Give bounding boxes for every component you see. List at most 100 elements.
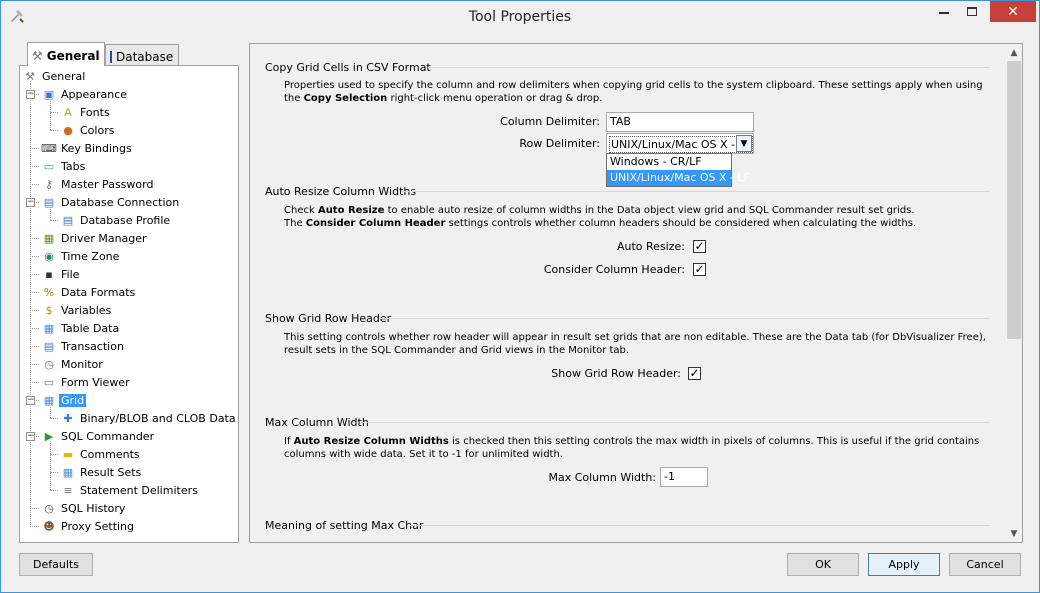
tree-item[interactable]: ▦ Result Sets	[60, 463, 141, 481]
tree-item[interactable]: ☻ Proxy Setting	[41, 517, 134, 535]
section-title-csv: Copy Grid Cells in CSV Format	[265, 61, 431, 74]
defaults-button[interactable]: Defaults	[19, 553, 93, 576]
tree-collapse-icon[interactable]: −	[26, 198, 35, 207]
tree-guide-line	[50, 130, 58, 131]
tree-collapse-icon[interactable]: −	[26, 432, 35, 441]
tree-item[interactable]: ▦ Grid	[41, 391, 87, 409]
database-icon	[110, 50, 112, 63]
dollar-icon: $	[45, 303, 53, 317]
tree-item[interactable]: ⚒ General	[22, 67, 85, 85]
tree-guide-line	[50, 443, 51, 490]
title-bar[interactable]: Tool Properties ✕	[1, 1, 1039, 32]
tree-item-label: Proxy Setting	[61, 519, 135, 533]
scroll-down-icon[interactable]: ▼	[1006, 525, 1022, 542]
settings-tree[interactable]: ⚒ General − ▣ Appearance A Fonts ● Colors ⌨ Key Bi…	[20, 66, 238, 542]
tree-guide-line	[30, 346, 39, 347]
tree-item[interactable]: ◉ Time Zone	[41, 247, 119, 265]
tree-item-label: SQL Commander	[61, 429, 155, 443]
tools-icon: ⚒	[25, 69, 35, 83]
tree-guide-line	[30, 328, 39, 329]
auto-resize-checkbox[interactable]: ✓	[693, 240, 706, 253]
tree-item[interactable]: ▬ Comments	[60, 445, 140, 463]
tree-item-label: Fonts	[80, 105, 110, 119]
database-connection-icon: ▤	[43, 195, 55, 209]
tree-guide-line	[50, 472, 58, 473]
table-icon: ▦	[43, 321, 55, 335]
apply-button[interactable]: Apply	[868, 553, 940, 576]
tree-item[interactable]: ⌨ Key Bindings	[41, 139, 132, 157]
globe-icon: ◉	[44, 249, 54, 263]
show-grid-row-header-checkbox[interactable]: ✓	[688, 367, 701, 380]
maximize-button[interactable]	[958, 1, 986, 22]
tree-guide-line	[30, 238, 39, 239]
tree-item[interactable]: ▤ Database Profile	[60, 211, 170, 229]
tree-item[interactable]: ◷ SQL History	[41, 499, 125, 517]
tree-item[interactable]: ▪ File	[41, 265, 79, 283]
consider-column-header-checkbox[interactable]: ✓	[693, 263, 706, 276]
scroll-up-icon[interactable]: ▲	[1006, 44, 1022, 61]
close-button[interactable]: ✕	[990, 1, 1036, 22]
puzzle-icon: ✚	[63, 411, 73, 425]
tree-item[interactable]: ▤ Database Connection	[41, 193, 179, 211]
scrollbar-thumb[interactable]	[1007, 61, 1021, 339]
tree-item[interactable]: ✚ Binary/BLOB and CLOB Data	[60, 409, 236, 427]
section-title-max-column-width: Max Column Width	[265, 416, 369, 429]
tree-item[interactable]: ▣ Appearance	[41, 85, 127, 103]
tree-item-label: Tabs	[61, 159, 86, 173]
section-divider	[360, 422, 990, 423]
tree-item[interactable]: ● Colors	[60, 121, 114, 139]
tree-item[interactable]: ▦ Table Data	[41, 319, 119, 337]
monitor-clock-icon: ◷	[44, 357, 54, 371]
row-delimiter-select[interactable]: UNIX/Linux/Mac OS X - LF ▼	[606, 133, 754, 154]
tree-item[interactable]: A Fonts	[60, 103, 110, 121]
tree-guide-line	[30, 382, 39, 383]
tree-item[interactable]: ◷ Monitor	[41, 355, 103, 373]
cancel-button[interactable]: Cancel	[949, 553, 1021, 576]
tree-item[interactable]: ▭ Tabs	[41, 157, 86, 175]
tree-item[interactable]: ⚷ Master Password	[41, 175, 153, 193]
settings-content-panel: Copy Grid Cells in CSV Format Properties…	[249, 43, 1023, 543]
section-divider	[410, 525, 990, 526]
row-delimiter-dropdown-list: Windows - CR/LF UNIX/Linux/Mac OS X - LF	[606, 153, 750, 187]
tree-item[interactable]: $ Variables	[41, 301, 112, 319]
tree-item-label: General	[42, 69, 86, 83]
tree-item-label: Comments	[80, 447, 140, 461]
tree-item-label: Master Password	[61, 177, 154, 191]
tree-item[interactable]: ≡ Statement Delimiters	[60, 481, 197, 499]
tree-item[interactable]: ▭ Form Viewer	[41, 373, 130, 391]
tree-collapse-icon[interactable]: −	[26, 396, 35, 405]
column-delimiter-field[interactable]: TAB	[606, 112, 754, 132]
max-column-width-field[interactable]: -1	[660, 467, 708, 487]
tree-item-label: Database Connection	[61, 195, 180, 209]
window-title: Tool Properties	[468, 9, 572, 25]
ok-button[interactable]: OK	[787, 553, 859, 576]
tree-guide-line	[30, 184, 39, 185]
section-description-csv: Properties used to specify the column an…	[284, 80, 983, 104]
tree-guide-line	[30, 148, 39, 149]
tab-database[interactable]: Database	[105, 44, 179, 66]
minimize-button[interactable]	[930, 1, 958, 22]
section-description-auto-resize: Check Auto Resize to enable auto resize …	[284, 205, 917, 229]
tree-guide-line	[50, 418, 58, 419]
tree-item[interactable]: ▤ Transaction	[41, 337, 124, 355]
tree-item-label: File	[61, 267, 80, 281]
row-delimiter-option-windows[interactable]: Windows - CR/LF	[607, 154, 731, 170]
tree-item-label: Monitor	[61, 357, 103, 371]
row-delimiter-option-unix[interactable]: UNIX/Linux/Mac OS X - LF	[607, 170, 750, 186]
grid-icon: ▦	[43, 393, 55, 407]
tree-item[interactable]: % Data Formats	[41, 283, 136, 301]
tree-item[interactable]: ▶ SQL Commander	[41, 427, 154, 445]
form-icon: ▭	[43, 375, 55, 389]
tree-guide-line	[50, 101, 51, 130]
key-icon: ⚷	[44, 177, 54, 191]
content-scrollbar[interactable]: ▲ ▼	[1006, 44, 1022, 542]
tree-guide-line	[30, 364, 39, 365]
tree-item[interactable]: ▦ Driver Manager	[41, 229, 147, 247]
tree-guide-line	[30, 292, 39, 293]
chevron-down-icon[interactable]: ▼	[736, 135, 752, 152]
tree-collapse-icon[interactable]: −	[26, 90, 35, 99]
section-divider	[402, 191, 990, 192]
tab-general[interactable]: ⚒ General	[27, 42, 105, 66]
tree-guide-line	[50, 490, 58, 491]
tree-item-label: Binary/BLOB and CLOB Data	[80, 411, 236, 425]
